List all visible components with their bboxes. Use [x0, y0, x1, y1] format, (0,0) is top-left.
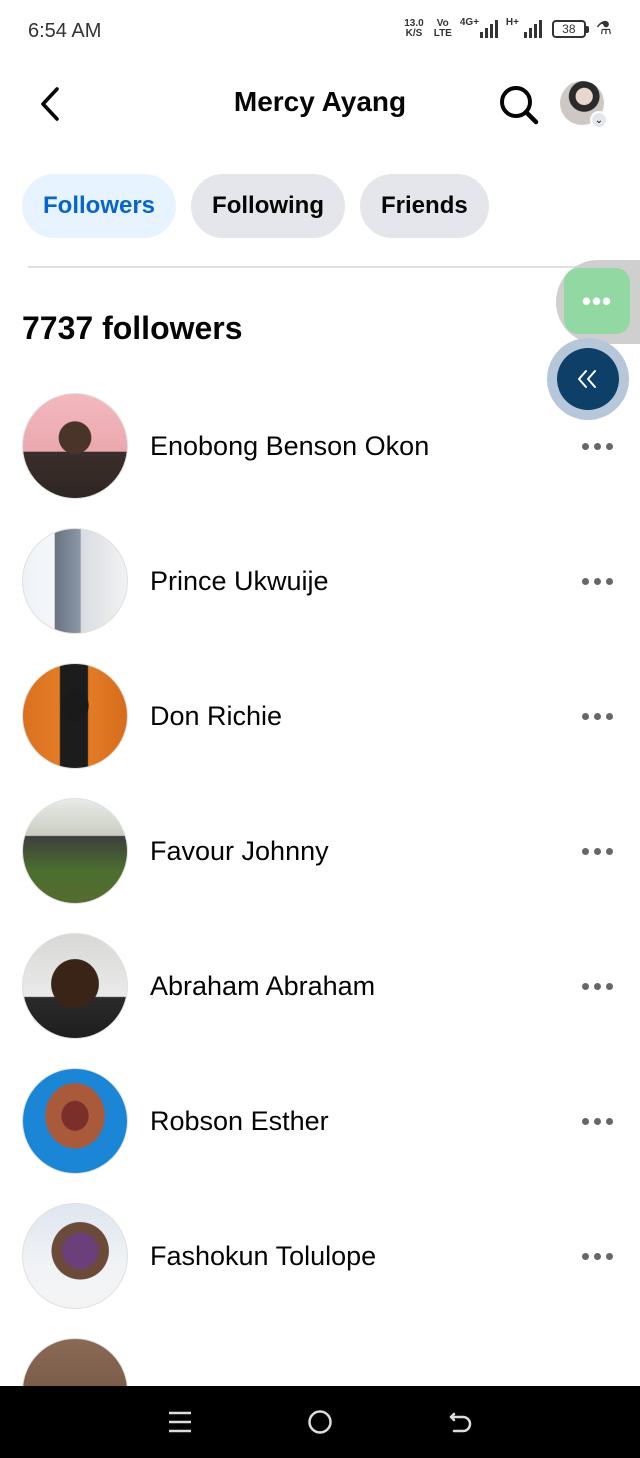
follower-name[interactable]: Robson Esther	[150, 1106, 329, 1137]
home-button[interactable]	[300, 1402, 340, 1442]
follower-name[interactable]: Prince Ukwuije	[150, 566, 329, 597]
floating-chat-dock: •••	[556, 260, 640, 344]
network-speed: 13.0 K/S	[404, 17, 424, 39]
floating-chat-button[interactable]: •••	[564, 268, 630, 334]
list-item[interactable]: Don Richie	[0, 663, 640, 771]
avatar[interactable]	[22, 663, 128, 769]
network-speed-unit: K/S	[405, 27, 423, 39]
avatar[interactable]	[22, 933, 128, 1039]
more-options-button[interactable]	[576, 431, 618, 461]
followers-count: 7737 followers	[22, 310, 243, 346]
more-options-button[interactable]	[576, 971, 618, 1001]
system-navigation-bar	[0, 1386, 640, 1458]
volte-top: Vo	[436, 17, 449, 29]
list-item[interactable]: Enobong Benson Okon	[0, 393, 640, 501]
avatar[interactable]	[22, 1203, 128, 1309]
more-options-button[interactable]	[576, 566, 618, 596]
search-icon	[500, 86, 539, 125]
tab-following[interactable]: Following	[191, 174, 346, 238]
list-item[interactable]: Favour Johnny	[0, 798, 640, 906]
list-item[interactable]: Prince Ukwuije	[0, 528, 640, 636]
signal-h-icon: H+	[505, 16, 542, 38]
list-item[interactable]: Abraham Abraham	[0, 933, 640, 1041]
header: Mercy Ayang ⌄	[0, 70, 640, 138]
signal-4g-tag: 4G+	[459, 16, 480, 28]
recent-apps-button[interactable]	[160, 1402, 200, 1442]
tab-followers[interactable]: Followers	[22, 174, 177, 238]
network-speed-value: 13.0	[404, 17, 424, 29]
chevron-down-icon: ⌄	[590, 111, 608, 129]
divider	[28, 266, 612, 268]
follower-name[interactable]: Favour Johnny	[150, 836, 329, 867]
page-title: Mercy Ayang	[233, 86, 407, 117]
list-item[interactable]: Fashokun Tolulope	[0, 1203, 640, 1311]
follower-name[interactable]: Don Richie	[150, 701, 282, 732]
more-options-button[interactable]	[576, 701, 618, 731]
more-dots-icon: •••	[581, 285, 613, 316]
more-options-button[interactable]	[576, 1241, 618, 1271]
home-circle-icon	[308, 1410, 332, 1434]
status-icons: 13.0 K/S Vo LTE 4G+ H+ 38 ⚗	[404, 16, 612, 39]
follower-name[interactable]: Abraham Abraham	[150, 971, 375, 1002]
profile-switcher[interactable]: ⌄	[560, 81, 608, 129]
back-nav-button[interactable]	[440, 1402, 480, 1442]
flask-icon: ⚗	[595, 18, 612, 38]
avatar[interactable]	[22, 1068, 128, 1174]
signal-4g-icon: 4G+	[459, 16, 498, 38]
more-options-button[interactable]	[576, 1106, 618, 1136]
menu-icon	[169, 1411, 191, 1433]
tab-bar: Followers Following Friends	[22, 174, 489, 238]
battery-icon: 38	[551, 19, 589, 38]
back-return-icon	[449, 1412, 472, 1433]
status-time: 6:54 AM	[28, 20, 102, 42]
status-bar: 6:54 AM 13.0 K/S Vo LTE 4G+ H+ 38 ⚗	[0, 0, 640, 64]
signal-h-tag: H+	[505, 16, 519, 28]
list-item[interactable]: Robson Esther	[0, 1068, 640, 1176]
avatar[interactable]	[22, 798, 128, 904]
follower-name[interactable]: Fashokun Tolulope	[150, 1241, 376, 1272]
more-options-button[interactable]	[576, 836, 618, 866]
search-button[interactable]	[496, 82, 542, 128]
avatar[interactable]	[22, 393, 128, 499]
avatar[interactable]	[22, 528, 128, 634]
volte-indicator: Vo LTE	[433, 17, 452, 39]
volte-bottom: LTE	[433, 27, 452, 39]
tab-friends[interactable]: Friends	[360, 174, 489, 238]
follower-name[interactable]: Enobong Benson Okon	[150, 431, 429, 462]
